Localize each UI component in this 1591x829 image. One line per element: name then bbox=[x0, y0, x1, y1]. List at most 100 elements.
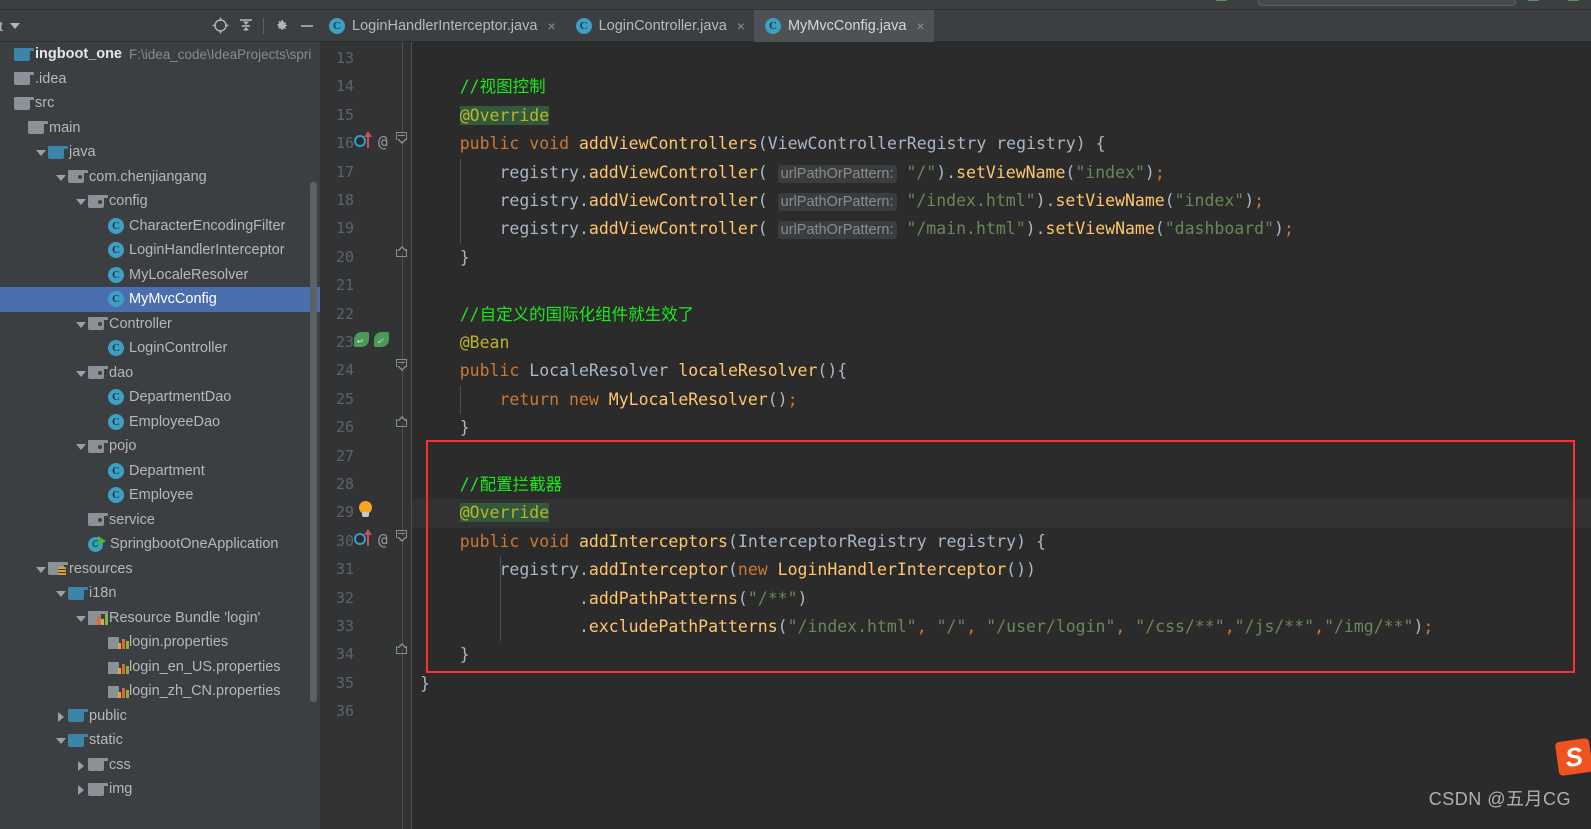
tree-twisty-expanded[interactable] bbox=[74, 439, 88, 453]
tree-item-com-chenjiangang[interactable]: com.chenjiangang bbox=[0, 165, 320, 190]
gutter-row[interactable]: 15 bbox=[320, 102, 412, 130]
editor-tab-close-icon[interactable]: × bbox=[547, 18, 555, 34]
tree-item-employeedao[interactable]: C EmployeeDao bbox=[0, 410, 320, 435]
tree-item-login-properties[interactable]: login.properties bbox=[0, 630, 320, 655]
tree-item-config[interactable]: config bbox=[0, 189, 320, 214]
tree-twisty-expanded[interactable] bbox=[34, 145, 48, 159]
minimize-icon[interactable] bbox=[294, 13, 320, 39]
code-line-34[interactable]: } bbox=[420, 641, 470, 669]
tree-item-resources[interactable]: resources bbox=[0, 557, 320, 582]
code-line-19[interactable]: registry.addViewController( urlPathOrPat… bbox=[420, 215, 1294, 243]
editor-tab-mymvcconfig-java[interactable]: C MyMvcConfig.java × bbox=[753, 10, 934, 42]
gutter-row[interactable]: 36 bbox=[320, 698, 412, 726]
editor-tab-close-icon[interactable]: × bbox=[916, 18, 924, 34]
tree-twisty-expanded[interactable] bbox=[54, 170, 68, 184]
code-line-18[interactable]: registry.addViewController( urlPathOrPat… bbox=[420, 187, 1264, 215]
gutter-row[interactable]: 31 bbox=[320, 556, 412, 584]
tree-item-login-en-us-properties[interactable]: login_en_US.properties bbox=[0, 655, 320, 680]
tree-item-employee[interactable]: C Employee bbox=[0, 483, 320, 508]
code-line-22[interactable]: //自定义的国际化组件就生效了 bbox=[420, 301, 694, 329]
tree-twisty-collapsed[interactable] bbox=[74, 782, 88, 796]
tree-item-springbootoneapplication[interactable]: C SpringbootOneApplication bbox=[0, 532, 320, 557]
project-panel-title[interactable]: ct bbox=[0, 18, 3, 34]
editor-tab-close-icon[interactable]: × bbox=[737, 18, 745, 34]
gutter-row[interactable]: 35 bbox=[320, 670, 412, 698]
code-line-16[interactable]: public void addViewControllers(ViewContr… bbox=[420, 130, 1106, 158]
toolbar-chip-left[interactable] bbox=[1216, 0, 1227, 1]
tree-twisty-expanded[interactable] bbox=[34, 562, 48, 576]
annotation-at-icon[interactable]: @ bbox=[378, 132, 388, 152]
tree-item-loginhandlerinterceptor[interactable]: C LoginHandlerInterceptor bbox=[0, 238, 320, 263]
code-line-29[interactable]: @Override bbox=[420, 499, 550, 527]
gutter-row[interactable]: 19 bbox=[320, 215, 412, 243]
tree-twisty-expanded[interactable] bbox=[74, 366, 88, 380]
tree-item-logincontroller[interactable]: C LoginController bbox=[0, 336, 320, 361]
code-line-17[interactable]: registry.addViewController( urlPathOrPat… bbox=[420, 159, 1165, 187]
tree-item-pojo[interactable]: pojo bbox=[0, 434, 320, 459]
code-line-35[interactable]: } bbox=[420, 670, 430, 698]
tree-item-css[interactable]: css bbox=[0, 753, 320, 778]
tree-item-login-zh-cn-properties[interactable]: login_zh_CN.properties bbox=[0, 679, 320, 704]
tree-twisty-expanded[interactable] bbox=[74, 317, 88, 331]
gutter-row[interactable]: 13 bbox=[320, 45, 412, 73]
gutter-row[interactable]: 17 bbox=[320, 159, 412, 187]
tree-twisty-expanded[interactable] bbox=[54, 586, 68, 600]
tree-twisty-expanded[interactable] bbox=[74, 611, 88, 625]
crosshair-icon[interactable] bbox=[207, 13, 233, 39]
editor-tab-logincontroller-java[interactable]: C LoginController.java × bbox=[565, 10, 754, 42]
code-line-15[interactable]: @Override bbox=[420, 102, 550, 130]
tree-item-src[interactable]: src bbox=[0, 91, 320, 116]
sogou-ime-icon[interactable]: S bbox=[1554, 737, 1591, 777]
gear-icon[interactable] bbox=[268, 13, 294, 39]
tree-item-mymvcconfig[interactable]: C MyMvcConfig bbox=[0, 287, 320, 312]
code-line-31[interactable]: registry.addInterceptor(new LoginHandler… bbox=[420, 556, 1035, 584]
code-line-24[interactable]: public LocaleResolver localeResolver(){ bbox=[420, 357, 847, 385]
tree-item-main[interactable]: main bbox=[0, 116, 320, 141]
tree-item-ingboot-one[interactable]: ingboot_one F:\idea_code\IdeaProjects\spr… bbox=[0, 42, 320, 67]
project-tree[interactable]: ingboot_one F:\idea_code\IdeaProjects\spr… bbox=[0, 42, 320, 829]
gutter-row[interactable]: 32 bbox=[320, 585, 412, 613]
project-tree-scrollbar[interactable] bbox=[310, 182, 317, 702]
tree-item-i18n[interactable]: i18n bbox=[0, 581, 320, 606]
gutter-row[interactable]: 18 bbox=[320, 187, 412, 215]
code-editor[interactable]: //视图控制 @Override public void addViewCont… bbox=[320, 42, 1591, 829]
code-line-30[interactable]: public void addInterceptors(InterceptorR… bbox=[420, 528, 1046, 556]
annotation-at-icon[interactable]: @ bbox=[378, 530, 388, 550]
gutter-row[interactable]: 25 bbox=[320, 386, 412, 414]
code-line-25[interactable]: return new MyLocaleResolver(); bbox=[420, 386, 797, 414]
toolbar-chip-right-2[interactable] bbox=[1568, 0, 1579, 1]
code-line-20[interactable]: } bbox=[420, 244, 470, 272]
code-line-32[interactable]: .addPathPatterns("/**") bbox=[420, 585, 808, 613]
code-line-23[interactable]: @Bean bbox=[420, 329, 510, 357]
tree-item-department[interactable]: C Department bbox=[0, 459, 320, 484]
code-line-14[interactable]: //视图控制 bbox=[420, 73, 546, 101]
tree-item-java[interactable]: java bbox=[0, 140, 320, 165]
tree-twisty-collapsed[interactable] bbox=[74, 758, 88, 772]
tree-item-departmentdao[interactable]: C DepartmentDao bbox=[0, 385, 320, 410]
tree-item-controller[interactable]: Controller bbox=[0, 312, 320, 337]
gutter-row[interactable]: 14 bbox=[320, 73, 412, 101]
tree-item-dao[interactable]: dao bbox=[0, 361, 320, 386]
tree-item-static[interactable]: static bbox=[0, 728, 320, 753]
tree-twisty-expanded[interactable] bbox=[54, 733, 68, 747]
code-line-28[interactable]: //配置拦截器 bbox=[420, 471, 562, 499]
tree-item-resource-bundle-login[interactable]: Resource Bundle 'login' bbox=[0, 606, 320, 631]
toolbar-search-box[interactable] bbox=[1258, 0, 1516, 6]
chevron-down-icon[interactable] bbox=[9, 22, 20, 29]
editor-tab-loginhandlerinterceptor-java[interactable]: C LoginHandlerInterceptor.java × bbox=[318, 10, 565, 42]
tree-item-service[interactable]: service bbox=[0, 508, 320, 533]
code-line-26[interactable]: } bbox=[420, 414, 470, 442]
collapse-all-icon[interactable] bbox=[233, 13, 259, 39]
gutter-row[interactable]: 27 bbox=[320, 443, 412, 471]
gutter-row[interactable]: 22 bbox=[320, 301, 412, 329]
code-line-33[interactable]: .excludePathPatterns("/index.html", "/",… bbox=[420, 613, 1433, 641]
tree-item-img[interactable]: img bbox=[0, 777, 320, 802]
gutter-row[interactable]: 21 bbox=[320, 272, 412, 300]
tree-twisty-expanded[interactable] bbox=[74, 194, 88, 208]
tree-item-public[interactable]: public bbox=[0, 704, 320, 729]
gutter-row[interactable]: 28 bbox=[320, 471, 412, 499]
tree-twisty-collapsed[interactable] bbox=[54, 709, 68, 723]
toolbar-chip-right-1[interactable] bbox=[1528, 0, 1539, 1]
tree-item-characterencodingfilter[interactable]: C CharacterEncodingFilter bbox=[0, 214, 320, 239]
gutter-row[interactable]: 33 bbox=[320, 613, 412, 641]
